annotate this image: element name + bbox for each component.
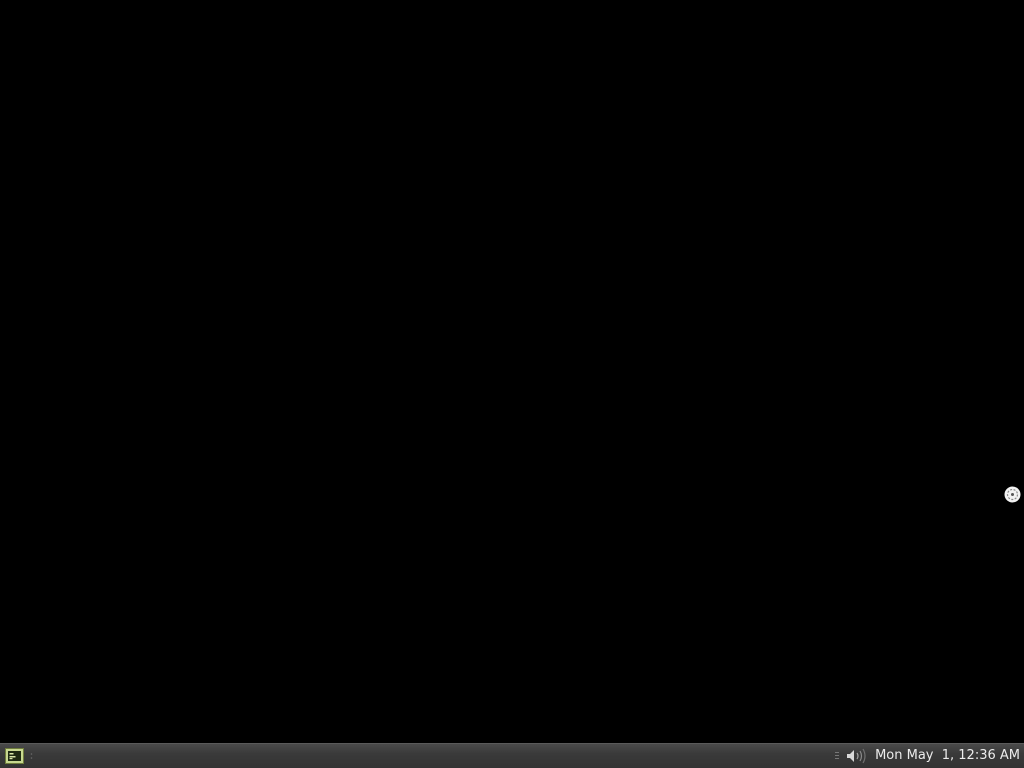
volume-icon[interactable]	[845, 747, 867, 765]
tray-drag-handle[interactable]	[835, 751, 840, 761]
system-tray: Mon May 1, 12:36 AM	[835, 744, 1020, 768]
panel-drag-handle[interactable]	[30, 752, 33, 761]
clock[interactable]: Mon May 1, 12:36 AM	[875, 744, 1020, 768]
desktop[interactable]	[0, 0, 1024, 743]
application-menu-icon	[5, 748, 24, 764]
busy-cursor-icon	[1004, 486, 1021, 503]
taskbar: Mon May 1, 12:36 AM	[0, 743, 1024, 768]
application-menu-button[interactable]	[5, 748, 24, 764]
